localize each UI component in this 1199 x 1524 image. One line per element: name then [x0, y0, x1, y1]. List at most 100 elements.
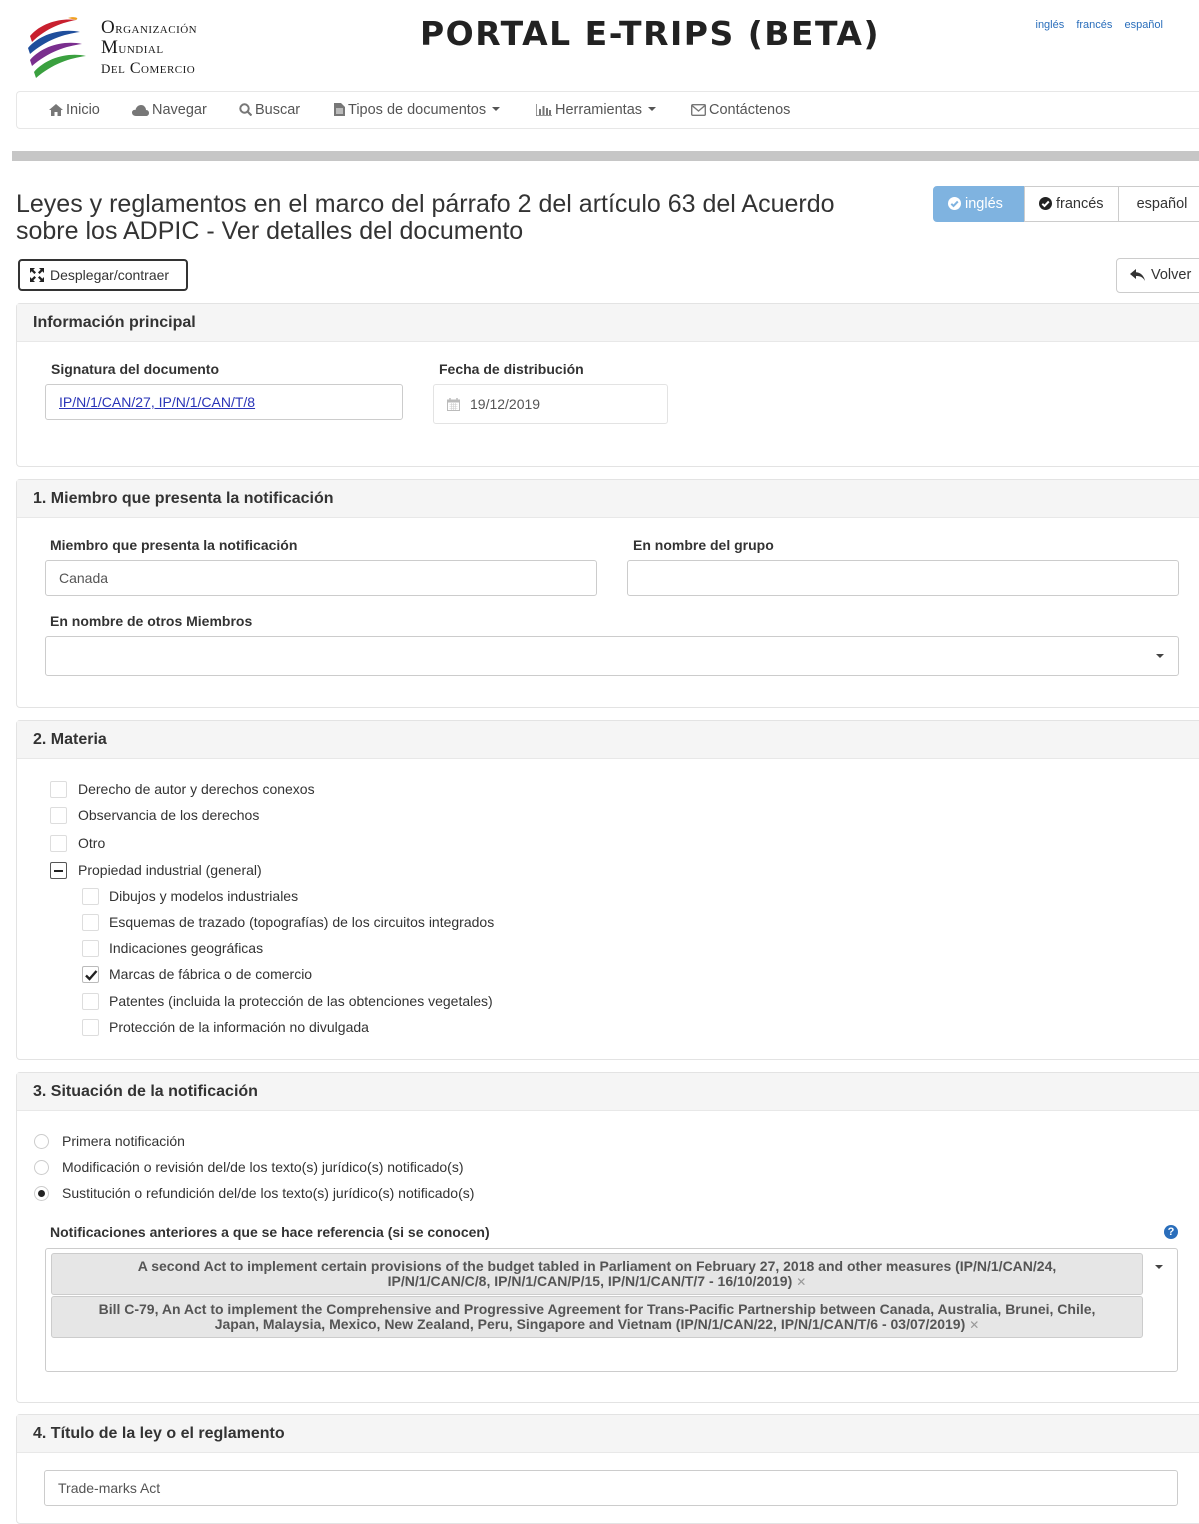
- calendar-icon: [447, 398, 460, 411]
- envelope-icon: [690, 103, 707, 117]
- top-lang-french[interactable]: francés: [1076, 19, 1112, 31]
- subject-label-other: Otro: [78, 835, 106, 851]
- signature-link[interactable]: IP/N/1/CAN/27, IP/N/1/CAN/T/8: [59, 394, 255, 410]
- group-label: En nombre del grupo: [633, 537, 774, 553]
- subject-label-industrial-designs: Dibujos y modelos industriales: [109, 888, 299, 904]
- subject-checkbox-enforcement[interactable]: [50, 807, 67, 824]
- document-language-switcher: inglés francés español: [933, 186, 1199, 222]
- org-name-line1: Organización: [101, 17, 198, 38]
- subject-label-geographical-indications: Indicaciones geográficas: [109, 940, 264, 956]
- other-members-select[interactable]: [45, 636, 1179, 676]
- previous-notification-tag[interactable]: A second Act to implement certain provis…: [51, 1253, 1143, 1295]
- nav-search[interactable]: Buscar: [239, 92, 300, 128]
- doc-lang-spanish-label: español: [1136, 196, 1188, 212]
- subject-checkbox-copyright[interactable]: [50, 781, 67, 798]
- group-field[interactable]: [627, 560, 1179, 596]
- back-button[interactable]: Volver: [1116, 258, 1199, 293]
- other-members-label: En nombre de otros Miembros: [50, 613, 253, 629]
- section-2-panel: 2. Materia Derecho de autor y derechos c…: [16, 720, 1199, 1060]
- nav-document-types[interactable]: Tipos de documentos: [334, 92, 501, 128]
- nav-document-types-label: Tipos de documentos: [348, 102, 487, 118]
- distribution-date-label: Fecha de distribución: [439, 361, 584, 377]
- nav-tools[interactable]: Herramientas: [535, 92, 657, 128]
- section-4-heading: 4. Título de la ley o el reglamento: [17, 1415, 1199, 1453]
- notifying-member-field[interactable]: Canada: [45, 560, 597, 596]
- chevron-down-icon: [492, 107, 501, 111]
- doc-lang-spanish-button[interactable]: español: [1117, 186, 1199, 222]
- org-name-line3: del Comercio: [101, 57, 196, 78]
- separator-bar: [12, 151, 1199, 161]
- back-button-label: Volver: [1151, 267, 1192, 283]
- subject-checkbox-industrial-designs[interactable]: [82, 888, 99, 905]
- nav-contact-label: Contáctenos: [709, 102, 791, 118]
- nav-home[interactable]: Inicio: [49, 92, 100, 128]
- previous-notification-tag[interactable]: Bill C-79, An Act to implement the Compr…: [51, 1296, 1143, 1338]
- status-label-replacement: Sustitución o refundición del/de los tex…: [62, 1185, 475, 1201]
- distribution-date-field[interactable]: 19/12/2019: [433, 384, 668, 424]
- top-language-links: inglés francés español: [1027, 19, 1164, 31]
- reply-arrow-icon: [1130, 269, 1145, 281]
- top-lang-english[interactable]: inglés: [1036, 19, 1065, 31]
- checkmark-icon: [85, 970, 98, 981]
- subject-checkbox-layout-designs[interactable]: [82, 914, 99, 931]
- expand-collapse-label: Desplegar/contraer: [50, 267, 170, 283]
- doc-lang-french-button[interactable]: francés: [1024, 186, 1119, 222]
- wto-logo[interactable]: Organización Mundial del Comercio: [24, 14, 264, 84]
- org-name-line2: Mundial: [101, 37, 164, 58]
- page-title: Leyes y reglamentos en el marco del párr…: [16, 190, 835, 245]
- section-3-panel: 3. Situación de la notificación Primera …: [16, 1072, 1199, 1403]
- subject-label-industrial-property: Propiedad industrial (general): [78, 862, 262, 878]
- doc-lang-english-button[interactable]: inglés: [933, 186, 1025, 222]
- chevron-down-icon[interactable]: [1155, 1265, 1163, 1269]
- subject-label-copyright: Derecho de autor y derechos conexos: [78, 781, 315, 797]
- doc-lang-english-label: inglés: [965, 196, 1003, 212]
- status-label-amendment: Modificación o revisión del/de los texto…: [62, 1159, 464, 1175]
- nav-browse-label: Navegar: [152, 102, 207, 118]
- signature-field[interactable]: IP/N/1/CAN/27, IP/N/1/CAN/T/8: [45, 384, 403, 420]
- subject-checkbox-industrial-property[interactable]: [50, 862, 67, 879]
- bar-chart-icon: [535, 104, 552, 117]
- portal-title: PORTAL E-TRIPS (BETA): [420, 14, 881, 53]
- subject-checkbox-patents[interactable]: [82, 993, 99, 1010]
- subject-label-layout-designs: Esquemas de trazado (topografías) de los…: [109, 914, 495, 930]
- subject-checkbox-other[interactable]: [50, 835, 67, 852]
- status-label-first-notification: Primera notificación: [62, 1133, 185, 1149]
- expand-collapse-button[interactable]: Desplegar/contraer: [18, 259, 188, 291]
- status-radio-replacement[interactable]: [34, 1186, 49, 1201]
- section-1-panel: 1. Miembro que presenta la notificación …: [16, 479, 1199, 708]
- doc-lang-french-label: francés: [1056, 196, 1104, 212]
- nav-browse[interactable]: Navegar: [132, 92, 207, 128]
- home-icon: [49, 104, 63, 116]
- subject-label-patents: Patentes (incluida la protección de las …: [109, 993, 493, 1009]
- subject-checkbox-trademarks[interactable]: [82, 966, 99, 983]
- distribution-date-value: 19/12/2019: [470, 396, 541, 412]
- check-circle-icon: [948, 197, 961, 210]
- remove-tag-icon[interactable]: ✕: [796, 1275, 806, 1289]
- remove-tag-icon[interactable]: ✕: [969, 1318, 979, 1332]
- top-lang-spanish[interactable]: español: [1124, 19, 1163, 31]
- nav-home-label: Inicio: [66, 102, 100, 118]
- previous-notification-tag-line: A second Act to implement certain provis…: [137, 1258, 1057, 1274]
- previous-notification-tag-line: Japan, Malaysia, Mexico, New Zealand, Pe…: [214, 1316, 966, 1332]
- subject-checkbox-geographical-indications[interactable]: [82, 940, 99, 957]
- section-3-heading: 3. Situación de la notificación: [17, 1073, 1199, 1111]
- chevron-down-icon[interactable]: [1156, 654, 1164, 658]
- status-radio-first-notification[interactable]: [34, 1134, 49, 1149]
- document-icon: [334, 103, 345, 116]
- law-title-field[interactable]: Trade-marks Act: [44, 1470, 1178, 1506]
- main-navbar: Inicio Navegar Buscar Tipos de documento…: [16, 91, 1199, 129]
- help-question-icon[interactable]: ?: [1164, 1225, 1178, 1239]
- wto-logo-icon: [28, 17, 86, 78]
- previous-notifications-label: Notificaciones anteriores a que se hace …: [50, 1224, 490, 1240]
- main-info-heading: Información principal: [17, 304, 1199, 342]
- subject-checkbox-undisclosed-info[interactable]: [82, 1019, 99, 1036]
- nav-contact[interactable]: Contáctenos: [690, 92, 791, 128]
- previous-notification-tag-line: Bill C-79, An Act to implement the Compr…: [98, 1301, 1096, 1317]
- subject-label-trademarks: Marcas de fábrica o de comercio: [109, 966, 313, 982]
- chevron-down-icon: [648, 107, 657, 111]
- cloud-icon: [132, 105, 149, 116]
- status-radio-amendment[interactable]: [34, 1160, 49, 1175]
- main-info-panel: Información principal Signatura del docu…: [16, 303, 1199, 467]
- subject-label-undisclosed-info: Protección de la información no divulgad…: [109, 1019, 369, 1035]
- subject-label-enforcement: Observancia de los derechos: [78, 807, 260, 823]
